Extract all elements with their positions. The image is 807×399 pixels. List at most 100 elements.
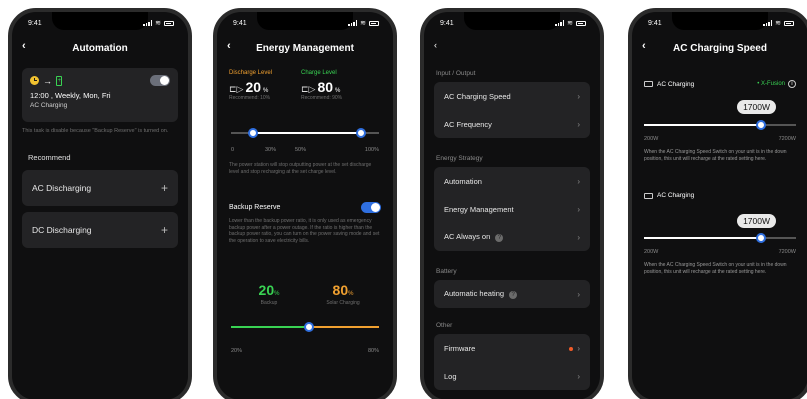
signal-icon [763, 20, 773, 26]
charge-label: Charge Level [301, 70, 337, 76]
status-icons: ≋ [143, 19, 174, 27]
settings-item-log[interactable]: Log › [434, 362, 590, 390]
level-slider[interactable] [231, 128, 379, 138]
chevron-right-icon: › [577, 289, 580, 299]
charge-recommend: Recommend: 90% [301, 95, 343, 101]
settings-item-automation[interactable]: Automation › [434, 167, 590, 195]
back-icon[interactable]: ‹ [227, 40, 231, 52]
status-time: 9:41 [648, 19, 662, 27]
level-description: The power station will stop outputting p… [229, 162, 372, 175]
task-schedule: 12:00 , Weekly, Mon, Fri [30, 91, 111, 100]
recommend-item-dc-discharging[interactable]: DC Discharging + [22, 212, 178, 248]
recommend-item-ac-discharging[interactable]: AC Discharging + [22, 170, 178, 206]
help-icon[interactable]: ? [495, 234, 504, 242]
task-mode: AC Charging [30, 102, 68, 109]
back-icon[interactable]: ‹ [642, 40, 646, 52]
wifi-icon: ≋ [360, 20, 366, 27]
settings-item-ac-always-on[interactable]: AC Always on ? › [434, 223, 590, 251]
ac-plug-icon [644, 81, 653, 87]
phone-ac-charging-speed: 9:41 ≋ ‹ AC Charging Speed AC Charging •… [628, 8, 807, 399]
discharge-knob[interactable] [248, 128, 258, 138]
section-label-other: Other [436, 322, 453, 329]
value-bubble: 1700W [737, 214, 776, 228]
battery-icon [164, 20, 174, 26]
settings-item-automatic-heating[interactable]: Automatic heating ? › [434, 280, 590, 308]
settings-item-ac-frequency[interactable]: AC Frequency › [434, 110, 590, 138]
min-label: 200W [644, 249, 659, 255]
status-icons: ≋ [555, 19, 586, 27]
ac-plug-icon [644, 192, 653, 199]
task-note: This task is disable because "Backup Res… [22, 128, 169, 134]
battery-icon [784, 20, 794, 26]
section-label-energy-strategy: Energy Strategy [436, 155, 483, 162]
status-icons: ≋ [763, 19, 794, 27]
recommend-label: Recommend [28, 153, 71, 162]
charge-unit: % [335, 88, 341, 94]
status-bar: 9:41 ≋ [648, 18, 794, 28]
discharge-unit: % [263, 88, 269, 94]
block-note: When the AC Charging Speed Switch on you… [644, 149, 787, 162]
phone-energy-management: 9:41 ≋ ‹ Energy Management Discharge Lev… [213, 8, 397, 399]
task-toggle[interactable] [150, 75, 170, 86]
value-bubble: 1700W [737, 100, 776, 114]
chevron-right-icon: › [577, 343, 580, 353]
section-other: Firmware › Log › [434, 334, 590, 390]
item-label: DC Discharging [32, 225, 92, 235]
backup-slider[interactable] [231, 322, 379, 332]
section-input-output: AC Charging Speed › AC Frequency › [434, 82, 590, 138]
back-icon[interactable]: ‹ [434, 40, 437, 50]
charge-icon: ⊏▷ [301, 84, 316, 94]
task-card[interactable]: → + 12:00 , Weekly, Mon, Fri AC Charging [22, 68, 178, 122]
section-battery: Automatic heating ? › [434, 280, 590, 308]
backup-knob[interactable] [304, 322, 314, 332]
backup-label: Backup Reserve [229, 204, 281, 211]
settings-item-energy-management[interactable]: Energy Management › [434, 195, 590, 223]
discharge-value: 20 [245, 79, 262, 95]
screen: 9:41 ≋ ‹ Input / Output AC Charging Spee… [424, 12, 600, 399]
speed-knob[interactable] [756, 120, 766, 130]
block-label: AC Charging [657, 80, 695, 88]
page-title: AC Charging Speed [673, 42, 767, 54]
discharge-icon: ⊏▷ [229, 84, 244, 94]
wifi-icon: ≋ [155, 20, 161, 27]
charge-level: Charge Level ⊏▷ 80 % Recommend: 90% [301, 70, 342, 102]
battery-icon [369, 20, 379, 26]
screen: 9:41 ≋ ‹ Automation → + 12:00 , Weekly, … [12, 12, 188, 399]
plus-icon[interactable]: + [161, 223, 168, 237]
page-title: Automation [72, 42, 128, 54]
max-label: 7200W [778, 136, 796, 142]
backup-toggle[interactable] [361, 202, 381, 213]
discharge-label: Discharge Level [229, 70, 273, 76]
wifi-icon: ≋ [775, 20, 781, 27]
charge-knob[interactable] [356, 128, 366, 138]
speed-slider[interactable] [644, 233, 796, 243]
chevron-right-icon: › [577, 91, 580, 101]
settings-item-ac-charging-speed[interactable]: AC Charging Speed › [434, 82, 590, 110]
backup-reserve-row: Backup Reserve [229, 202, 381, 213]
plus-icon[interactable]: + [161, 181, 168, 195]
battery-charge-icon: + [56, 75, 62, 86]
status-icons: ≋ [348, 19, 379, 27]
item-label: AC Discharging [32, 183, 92, 193]
settings-item-firmware[interactable]: Firmware › [434, 334, 590, 362]
info-icon[interactable]: i [788, 80, 796, 88]
back-icon[interactable]: ‹ [22, 40, 26, 52]
discharge-recommend: Recommend: 10% [229, 95, 271, 101]
update-dot-icon [569, 346, 574, 351]
solar-value: 80% Solar Charging [326, 282, 360, 306]
chevron-right-icon: › [577, 204, 580, 214]
status-bar: 9:41 ≋ [233, 18, 379, 28]
battery-icon [576, 20, 586, 26]
signal-icon [143, 20, 153, 26]
chevron-right-icon: › [577, 371, 580, 381]
phone-settings: 9:41 ≋ ‹ Input / Output AC Charging Spee… [420, 8, 604, 399]
max-label: 7200W [778, 249, 796, 255]
speed-knob[interactable] [756, 233, 766, 243]
ac-charging-block-1: AC Charging • X-Fusion i 1700W 200W 7200… [644, 80, 796, 162]
discharge-level: Discharge Level ⊏▷ 20 % Recommend: 10% [229, 70, 272, 102]
speed-slider[interactable] [644, 120, 796, 130]
ac-charging-block-2: AC Charging 1700W 200W 7200W When the AC… [644, 192, 796, 275]
header: ‹ Automation [12, 40, 188, 56]
status-time: 9:41 [233, 19, 247, 27]
help-icon[interactable]: ? [509, 291, 518, 299]
